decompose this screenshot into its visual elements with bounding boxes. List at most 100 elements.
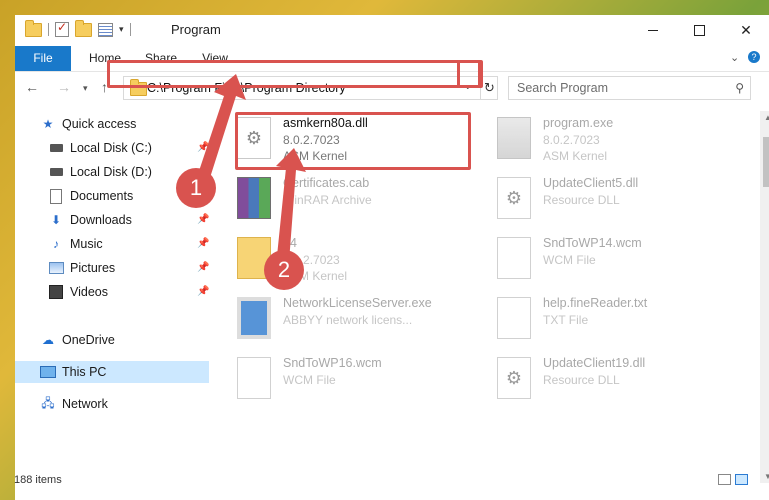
sidebar-item-this-pc[interactable]: This PC xyxy=(15,361,209,383)
scroll-thumb[interactable] xyxy=(763,137,769,187)
sidebar-item-label: Videos xyxy=(70,285,108,299)
sidebar-item-music[interactable]: ♪ Music xyxy=(48,233,242,255)
maximize-icon xyxy=(693,25,705,36)
file-description: WCM File xyxy=(543,253,596,267)
minimize-button[interactable] xyxy=(630,15,676,46)
sidebar-item-label: OneDrive xyxy=(62,333,115,347)
file-item-updateclient19-dll[interactable]: ⚙ UpdateClient19.dll Resource DLL xyxy=(485,351,715,403)
step-2-badge: 2 xyxy=(264,250,304,290)
music-icon: ♪ xyxy=(53,237,59,251)
separator xyxy=(129,23,131,36)
search-icon[interactable]: ⚲ xyxy=(735,81,744,95)
star-icon: ★ xyxy=(42,117,54,131)
pin-icon[interactable]: 📌 xyxy=(197,262,209,273)
file-item-sndtowp14-wcm[interactable]: SndToWP14.wcm WCM File xyxy=(485,231,715,283)
sidebar-item-label: Pictures xyxy=(70,261,116,275)
sidebar-item-downloads[interactable]: ⬇ Downloads xyxy=(48,209,242,231)
sidebar-item-local-disk-c[interactable]: Local Disk (C:) xyxy=(48,137,242,159)
sidebar-item-label: Downloads xyxy=(70,213,132,227)
maximize-button[interactable] xyxy=(676,15,722,46)
navigation-pane: ★ Quick access Local Disk (C:) 📌 Local Di… xyxy=(15,113,212,458)
folder-icon xyxy=(25,19,42,37)
disk-icon xyxy=(48,165,64,179)
sidebar-item-network[interactable]: 🖧 Network xyxy=(40,393,234,415)
file-description: WCM File xyxy=(283,373,336,387)
recent-locations-chevron-icon[interactable]: ▾ xyxy=(83,83,88,94)
file-description: WinRAR Archive xyxy=(283,193,372,207)
minimize-icon xyxy=(648,30,658,31)
file-highlight-box xyxy=(235,112,471,170)
sidebar-item-pictures[interactable]: Pictures xyxy=(48,257,242,279)
documents-icon xyxy=(48,188,64,204)
file-name: UpdateClient5.dll xyxy=(543,176,639,190)
close-icon: ✕ xyxy=(740,22,752,38)
pin-icon[interactable]: 📌 xyxy=(197,238,209,249)
file-item-updateclient5-dll[interactable]: ⚙ UpdateClient5.dll Resource DLL xyxy=(485,171,715,223)
file-item-program-exe[interactable]: program.exe 8.0.2.7023 ASM Kernel xyxy=(485,111,715,163)
sidebar-item-quick-access[interactable]: ★ Quick access xyxy=(40,113,234,135)
file-name: NetworkLicenseServer.exe xyxy=(283,296,432,310)
close-button[interactable]: ✕ xyxy=(723,15,769,46)
properties-check-icon[interactable] xyxy=(55,20,69,37)
sidebar-item-label: Local Disk (D:) xyxy=(70,165,152,179)
refresh-highlight-box xyxy=(457,60,483,88)
file-item-help-txt[interactable]: help.fineReader.txt TXT File xyxy=(485,291,715,343)
computer-icon xyxy=(40,365,56,379)
tab-file[interactable]: File xyxy=(15,46,71,71)
file-description: Resource DLL xyxy=(543,373,620,387)
pin-icon[interactable]: 📌 xyxy=(197,214,209,225)
scroll-down-icon[interactable]: ▼ xyxy=(764,472,769,481)
sidebar-item-label: Documents xyxy=(70,189,134,203)
file-item-networklicenseserver-exe[interactable]: NetworkLicenseServer.exe ABBYY network l… xyxy=(225,291,455,343)
title-bar: ▾ Program ✕ xyxy=(15,15,769,46)
new-folder-icon[interactable] xyxy=(75,19,92,37)
file-description: TXT File xyxy=(543,313,589,327)
file-name: help.fineReader.txt xyxy=(543,296,648,310)
vertical-scrollbar[interactable]: ▲ ▼ xyxy=(760,111,769,483)
help-icon[interactable]: ? xyxy=(748,51,760,63)
expand-ribbon-icon[interactable]: ⌄ xyxy=(730,51,739,64)
large-icons-view-icon[interactable] xyxy=(735,474,748,485)
file-icon xyxy=(237,357,271,399)
pictures-icon xyxy=(48,261,64,275)
details-view-icon[interactable] xyxy=(718,474,731,485)
network-icon: 🖧 xyxy=(41,395,55,410)
file-name: program.exe xyxy=(543,116,614,130)
dll-file-icon: ⚙ xyxy=(497,357,531,399)
step-1-badge: 1 xyxy=(176,168,216,208)
disk-icon xyxy=(48,141,64,155)
file-description: ABBYY network licens... xyxy=(283,313,413,327)
exe-file-icon xyxy=(497,117,531,159)
sidebar-item-onedrive[interactable]: ☁ OneDrive xyxy=(40,329,234,351)
search-placeholder: Search Program xyxy=(517,81,609,95)
view-toggle xyxy=(718,474,748,485)
file-name: Certificates.cab xyxy=(283,176,370,190)
videos-icon xyxy=(48,285,64,299)
file-name: UpdateClient19.dll xyxy=(543,356,646,370)
window-title: Program xyxy=(171,22,221,37)
forward-arrow-icon[interactable]: → xyxy=(57,79,71,95)
text-file-icon xyxy=(497,297,531,339)
file-name: SndToWP14.wcm xyxy=(543,236,642,250)
archive-file-icon xyxy=(237,177,271,219)
sidebar-item-label: Music xyxy=(70,237,103,251)
download-icon: ⬇ xyxy=(50,213,62,227)
sidebar-item-videos[interactable]: Videos xyxy=(48,281,242,303)
pin-icon[interactable]: 📌 xyxy=(197,286,209,297)
scroll-up-icon[interactable]: ▲ xyxy=(764,113,769,122)
file-item-certificates-cab[interactable]: Certificates.cab WinRAR Archive xyxy=(225,171,455,223)
customize-icon[interactable] xyxy=(98,22,113,37)
quick-access-toolbar: ▾ xyxy=(25,19,131,37)
search-input[interactable]: Search Program ⚲ xyxy=(508,76,751,100)
file-name: SndToWP16.wcm xyxy=(283,356,382,370)
separator xyxy=(48,23,49,36)
chevron-down-icon[interactable]: ▾ xyxy=(119,24,124,35)
file-name: 64 xyxy=(283,236,297,250)
address-highlight-box xyxy=(107,60,481,88)
sidebar-item-label: Quick access xyxy=(62,117,137,131)
pin-icon[interactable]: 📌 xyxy=(197,142,209,153)
file-item-sndtowp16-wcm[interactable]: SndToWP16.wcm WCM File xyxy=(225,351,455,403)
file-item-64-folder[interactable]: 64 8.0.2.7023 ASM Kernel xyxy=(225,231,455,283)
back-arrow-icon[interactable]: ← xyxy=(25,79,39,95)
dll-file-icon: ⚙ xyxy=(497,177,531,219)
